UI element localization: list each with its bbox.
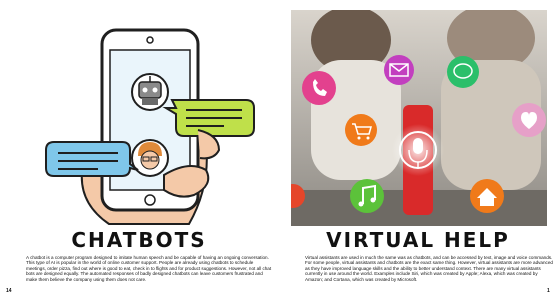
page-number-right: 1 xyxy=(547,288,550,294)
mail-app-icon xyxy=(384,55,414,85)
virtual-assistant-photo xyxy=(291,10,547,226)
right-page: VIRTUAL HELP Virtual assistants are used… xyxy=(279,0,558,301)
music-app-icon xyxy=(350,179,384,213)
chatbots-body-text: A chatbot is a computer program designed… xyxy=(26,255,272,282)
home-app-icon xyxy=(470,179,504,213)
book-spread: CHATBOTS A chatbot is a computer program… xyxy=(0,0,558,301)
virtual-help-heading: VIRTUAL HELP xyxy=(326,228,510,252)
phone-app-icon xyxy=(302,71,336,105)
virtual-help-body-text: Virtual assistants are used in much the … xyxy=(305,255,553,282)
human-chat-bubble xyxy=(45,141,139,177)
left-page: CHATBOTS A chatbot is a computer program… xyxy=(0,0,279,301)
chat-app-icon xyxy=(447,56,479,88)
chatbot-phone-illustration xyxy=(45,28,255,225)
chatbots-heading: CHATBOTS xyxy=(71,228,207,252)
robot-chat-bubble xyxy=(162,99,255,137)
shopping-cart-icon xyxy=(345,114,377,146)
microphone-icon xyxy=(413,138,423,154)
heart-rate-icon xyxy=(512,103,546,137)
page-number-left: 14 xyxy=(6,288,12,294)
robot-avatar-icon xyxy=(131,73,169,111)
